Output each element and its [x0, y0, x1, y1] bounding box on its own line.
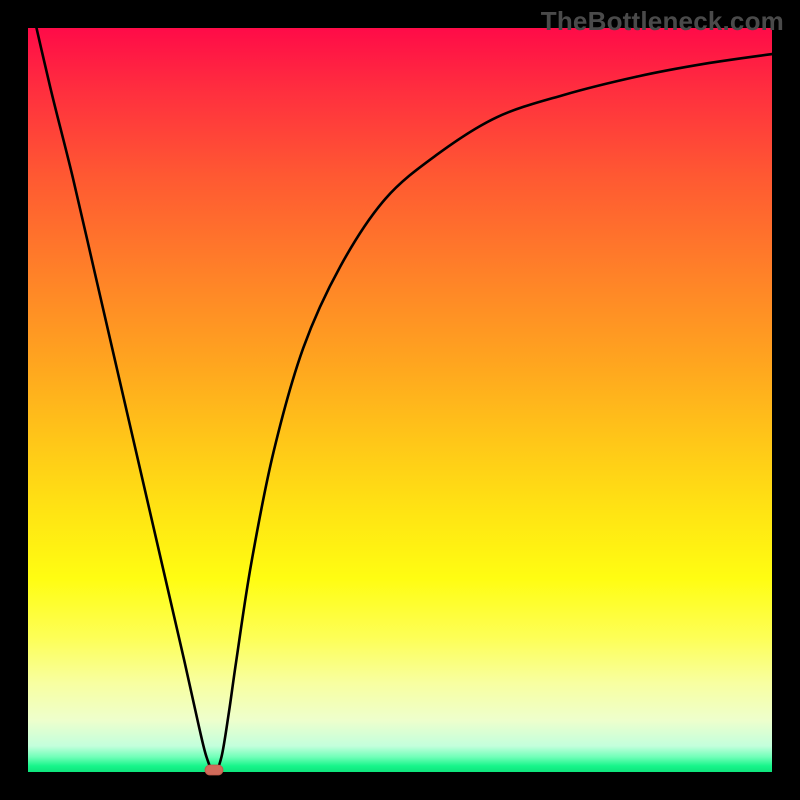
- plot-area: [28, 28, 772, 772]
- watermark-text: TheBottleneck.com: [541, 6, 784, 37]
- valley-marker: [205, 765, 223, 775]
- bottleneck-curve: [28, 0, 772, 772]
- chart-frame: TheBottleneck.com: [0, 0, 800, 800]
- curve-svg: [28, 28, 772, 772]
